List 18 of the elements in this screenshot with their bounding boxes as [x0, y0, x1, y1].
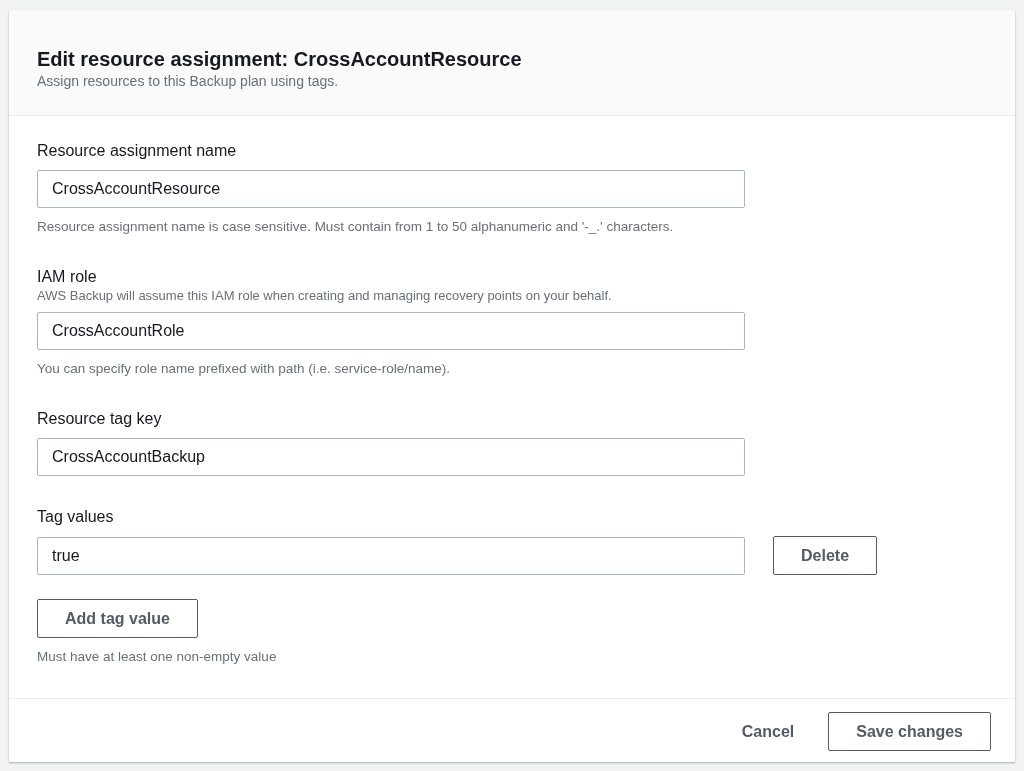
- field-hint: Resource assignment name is case sensitive. Must contain from 1 to 50 alphanumeric and '-_.' characters.: [37, 218, 675, 236]
- field-label: Tag values: [37, 507, 115, 527]
- save-changes-button[interactable]: Save changes: [828, 712, 991, 751]
- delete-button[interactable]: Delete: [773, 536, 878, 575]
- field-hint: Must have at least one non-empty value: [37, 648, 278, 666]
- add-tag-value-button[interactable]: Add tag value: [37, 599, 198, 638]
- field-label: Resource assignment name: [37, 141, 238, 161]
- text-field[interactable]: CrossAccountResource: [37, 170, 745, 208]
- field-label: Resource tag key: [37, 409, 163, 429]
- dialog-description: Assign resources to this Backup plan using tags.: [37, 72, 340, 90]
- field-label: IAM role: [37, 267, 98, 287]
- cancel-button[interactable]: Cancel: [735, 718, 801, 745]
- text-field[interactable]: true: [37, 536, 745, 575]
- text-field[interactable]: CrossAccountRole: [37, 312, 745, 350]
- field-hint: You can specify role name prefixed with path (i.e. service-role/name).: [37, 360, 451, 378]
- dialog-title: Edit resource assignment: CrossAccountResource: [37, 47, 523, 72]
- text-field[interactable]: CrossAccountBackup: [37, 438, 745, 476]
- field-description: AWS Backup will assume this IAM role when creating and managing recovery points on your behalf.: [37, 288, 613, 304]
